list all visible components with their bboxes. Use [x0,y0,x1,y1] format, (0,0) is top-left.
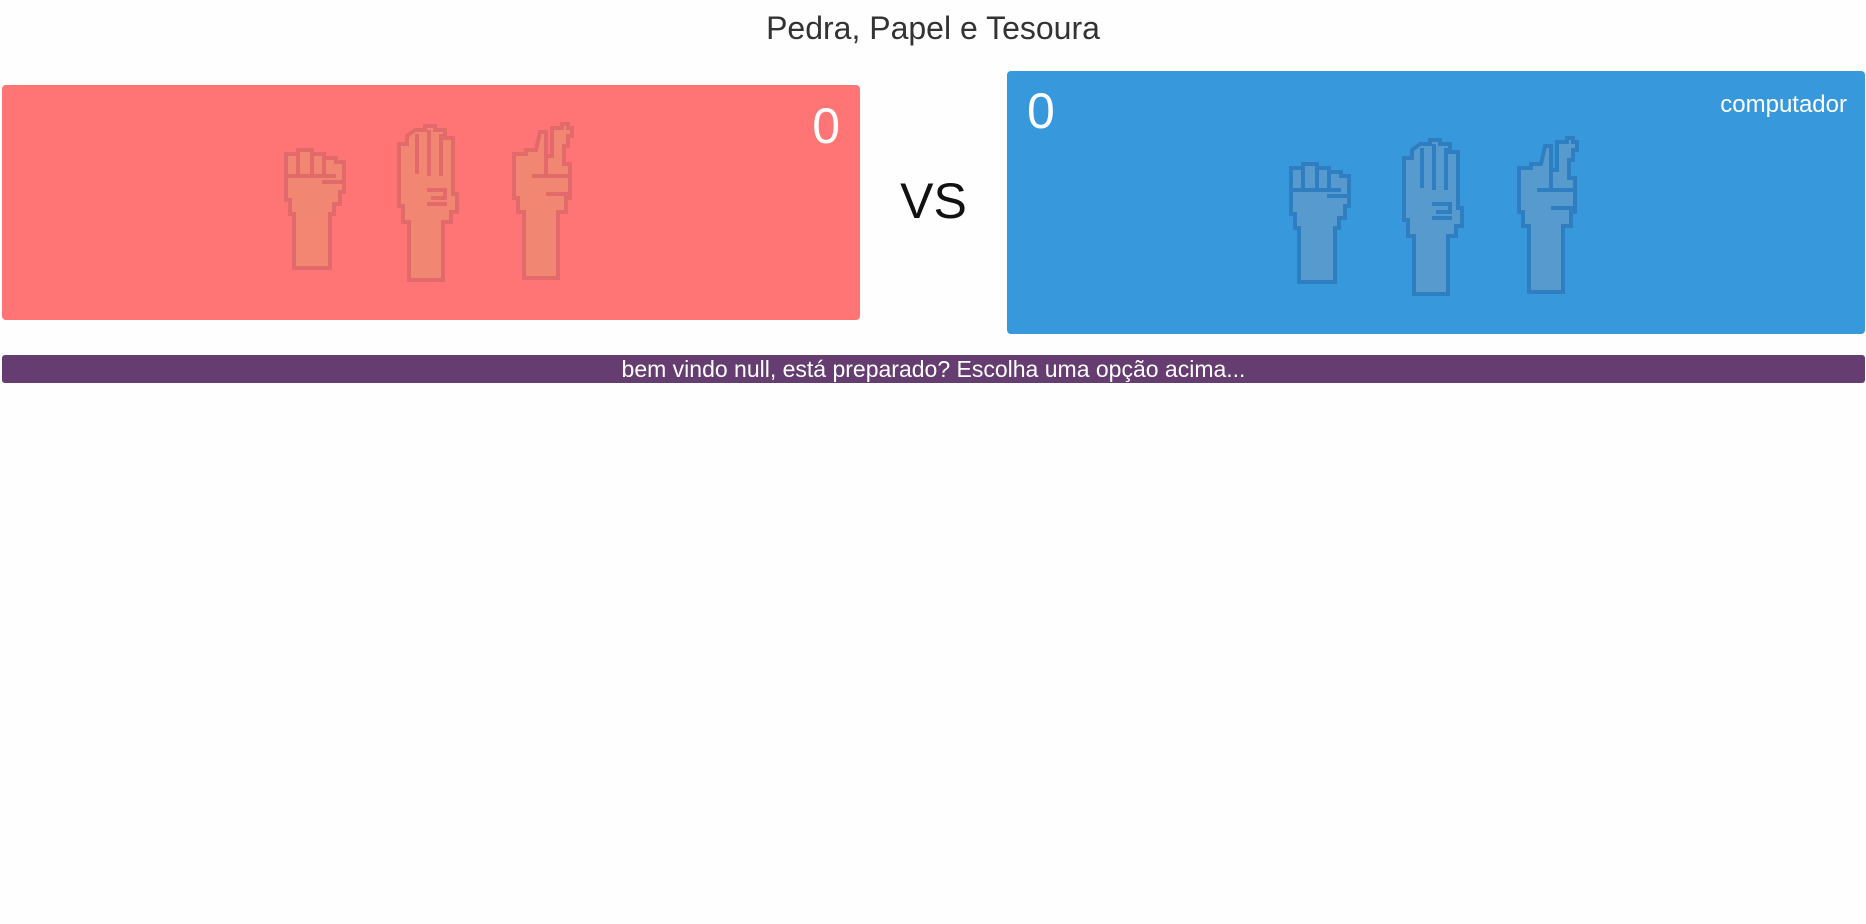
player-panel: 0 [2,85,860,320]
scissors-hand-icon [512,122,574,280]
paper-hand-icon [1402,138,1464,296]
versus-label: VS [900,173,967,229]
computer-panel: 0 computador [1007,71,1865,334]
player-scissors-button[interactable] [506,120,588,288]
rock-fist-icon [284,148,346,270]
player-choices [272,120,588,288]
computer-label: computador [1720,91,1847,118]
computer-choices [1277,134,1593,302]
rock-fist-icon [1289,162,1351,284]
player-score: 0 [812,98,840,154]
player-paper-button[interactable] [389,120,471,288]
scissors-hand-icon [1517,136,1579,294]
computer-scissors-choice [1511,134,1593,302]
paper-hand-icon [397,124,459,282]
message-bar: bem vindo null, está preparado? Escolha … [2,355,1865,383]
computer-paper-choice [1394,134,1476,302]
page-title: Pedra, Papel e Tesoura [766,10,1100,46]
player-rock-button[interactable] [272,120,354,288]
computer-score: 0 [1027,83,1055,139]
computer-rock-choice [1277,134,1359,302]
